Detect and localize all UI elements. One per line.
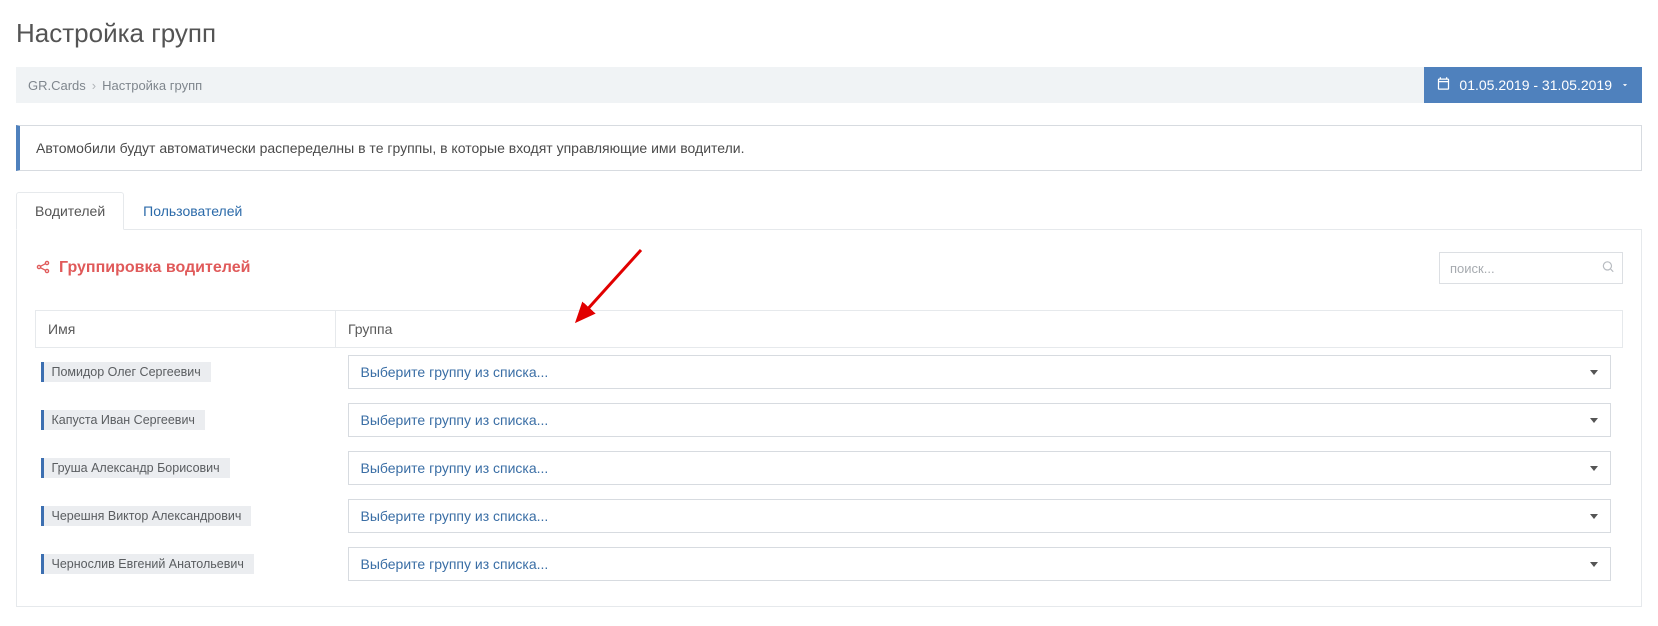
chevron-right-icon: › [92, 78, 96, 93]
date-range-picker[interactable]: 01.05.2019 - 31.05.2019 [1424, 67, 1642, 103]
column-header-group: Группа [336, 311, 1623, 348]
share-icon [35, 259, 51, 278]
date-range-text: 01.05.2019 - 31.05.2019 [1459, 77, 1612, 93]
table-row: Чернослив Евгений Анатольевич Выберите г… [36, 540, 1623, 588]
group-select[interactable]: Выберите группу из списка... [348, 403, 1611, 437]
driver-chip[interactable]: Капуста Иван Сергеевич [41, 410, 205, 430]
driver-table: Имя Группа Помидор Олег Сергеевич Выбери… [35, 310, 1623, 588]
table-row: Груша Александр Борисович Выберите групп… [36, 444, 1623, 492]
group-select-placeholder: Выберите группу из списка... [361, 508, 549, 524]
page-title: Настройка групп [16, 18, 1642, 49]
group-select-placeholder: Выберите группу из списка... [361, 412, 549, 428]
caret-down-icon [1590, 562, 1598, 567]
caret-down-icon [1590, 370, 1598, 375]
tabs: Водителей Пользователей [16, 191, 1642, 230]
table-row: Помидор Олег Сергеевич Выберите группу и… [36, 348, 1623, 397]
group-select-placeholder: Выберите группу из списка... [361, 460, 549, 476]
driver-chip[interactable]: Черешня Виктор Александрович [41, 506, 252, 526]
breadcrumb-root[interactable]: GR.Cards [28, 78, 86, 93]
breadcrumb-current: Настройка групп [102, 78, 202, 93]
table-row: Капуста Иван Сергеевич Выберите группу и… [36, 396, 1623, 444]
table-row: Черешня Виктор Александрович Выберите гр… [36, 492, 1623, 540]
group-select[interactable]: Выберите группу из списка... [348, 499, 1611, 533]
info-panel: Автомобили будут автоматически распереде… [16, 125, 1642, 171]
search-wrap [1439, 252, 1623, 284]
tab-drivers[interactable]: Водителей [16, 192, 124, 230]
calendar-icon [1436, 76, 1451, 94]
column-header-name: Имя [36, 311, 336, 348]
driver-chip[interactable]: Груша Александр Борисович [41, 458, 230, 478]
driver-chip[interactable]: Помидор Олег Сергеевич [41, 362, 211, 382]
chevron-down-icon [1620, 77, 1630, 93]
breadcrumb: GR.Cards › Настройка групп 01.05.2019 - … [16, 67, 1642, 103]
drivers-panel: Группировка водителей Имя [16, 230, 1642, 607]
driver-chip[interactable]: Чернослив Евгений Анатольевич [41, 554, 254, 574]
tab-users[interactable]: Пользователей [124, 192, 261, 230]
group-select-placeholder: Выберите группу из списка... [361, 364, 549, 380]
caret-down-icon [1590, 514, 1598, 519]
group-select[interactable]: Выберите группу из списка... [348, 355, 1611, 389]
search-input[interactable] [1439, 252, 1623, 284]
panel-title: Группировка водителей [59, 259, 250, 277]
caret-down-icon [1590, 466, 1598, 471]
group-select[interactable]: Выберите группу из списка... [348, 451, 1611, 485]
group-select[interactable]: Выберите группу из списка... [348, 547, 1611, 581]
caret-down-icon [1590, 418, 1598, 423]
group-select-placeholder: Выберите группу из списка... [361, 556, 549, 572]
info-text: Автомобили будут автоматически распереде… [36, 140, 744, 156]
